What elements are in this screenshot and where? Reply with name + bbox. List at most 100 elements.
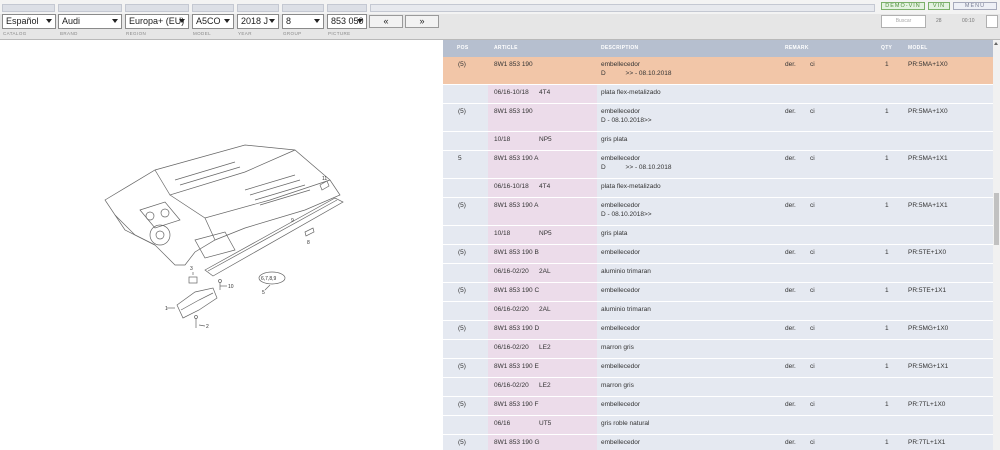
table-row[interactable]: 5 8W1 853 190 A der. ci 1 PR:5MA+1X1 embellece… (443, 151, 993, 179)
table-row[interactable]: 06/16-02/20 LE2 marron gris (443, 340, 993, 359)
row-description-line1: marron gris (601, 344, 634, 351)
strip-tab[interactable] (327, 4, 367, 12)
picture-select[interactable]: 853 050 (327, 14, 367, 29)
callout-8: 8 (307, 240, 310, 246)
vin-button[interactable]: VIN (928, 2, 950, 10)
row-qty: 1 (885, 202, 889, 209)
row-description-line1: embellecedor (601, 439, 641, 446)
brand-select[interactable]: Audi (58, 14, 122, 29)
table-row[interactable]: (5) 8W1 853 190 A der. ci 1 PR:5MA+1X1 embelle… (443, 198, 993, 226)
strip-tab[interactable] (237, 4, 279, 12)
table-row[interactable]: (5) 8W1 853 190 der. ci 1 PR:5MA+1X0 embellece… (443, 57, 993, 85)
table-row[interactable]: 10/18 NP5 gris plata (443, 132, 993, 151)
parts-drawing[interactable]: 11 9 8 3 10 6,7,8,9 5 1 2 (95, 140, 355, 340)
toolbar-top-strip: DEMO-VIN VIN MENU (0, 0, 1000, 14)
row-article[interactable]: 8W1 853 190 D (494, 325, 539, 332)
row-description-line1: embellecedor (601, 325, 641, 332)
row-article[interactable]: 10/18 (494, 230, 510, 237)
demo-vin-button[interactable]: DEMO-VIN (881, 2, 925, 10)
row-article[interactable]: 8W1 853 190 G (494, 439, 540, 446)
scroll-up-arrow[interactable] (994, 42, 998, 45)
row-article[interactable]: 8W1 853 190 C (494, 287, 539, 294)
callout-11: 11 (322, 176, 327, 182)
row-description-line2: D >> - 08.10.2018 (601, 69, 672, 77)
row-remark-b: ci (810, 325, 815, 332)
prev-button[interactable]: « (369, 15, 403, 28)
scrollbar[interactable] (993, 40, 1000, 450)
row-description: embellecedor (601, 439, 640, 448)
row-code: LE2 (539, 344, 551, 351)
row-article[interactable]: 8W1 853 190 (494, 108, 533, 115)
strip-tab[interactable] (125, 4, 189, 12)
row-model: PR:5TE+1X1 (908, 287, 947, 294)
strip-tab[interactable] (58, 4, 122, 12)
brand-label: BRAND (60, 31, 78, 36)
search-input[interactable]: Buscar (881, 15, 926, 28)
row-article[interactable]: 06/16 (494, 420, 510, 427)
row-description: marron gris (601, 382, 634, 391)
table-row[interactable]: (5) 8W1 853 190 F der. ci 1 PR:7TL+1X0 embelle… (443, 397, 993, 416)
row-description: embellecedor D >> - 08.10.2018 (601, 155, 671, 172)
row-pos: (5) (458, 61, 466, 68)
table-row[interactable]: (5) 8W1 853 190 C der. ci 1 PR:5TE+1X1 embelle… (443, 283, 993, 302)
callout-9: 9 (291, 218, 294, 224)
region-select[interactable]: Europa+ (EU) (125, 14, 189, 29)
row-article[interactable]: 10/18 (494, 136, 510, 143)
row-description-line1: embellecedor (601, 401, 641, 408)
row-article[interactable]: 8W1 853 190 A (494, 202, 538, 209)
row-remark: der. (785, 202, 796, 209)
header-description[interactable]: DESCRIPTION (601, 45, 638, 51)
header-model[interactable]: MODEL (908, 45, 928, 51)
row-model: PR:5MA+1X1 (908, 202, 948, 209)
row-article[interactable]: 06/16-10/18 (494, 183, 529, 190)
table-row[interactable]: (5) 8W1 853 190 B der. ci 1 PR:5TE+1X0 embelle… (443, 245, 993, 264)
row-description-line1: embellecedor (601, 249, 641, 256)
language-select[interactable]: Español (2, 14, 56, 29)
table-row[interactable]: (5) 8W1 853 190 E der. ci 1 PR:5MG+1X1 embelle… (443, 359, 993, 378)
callout-10: 10 (228, 284, 234, 290)
model-select[interactable]: A5CO (192, 14, 234, 29)
row-remark-b: ci (810, 202, 815, 209)
counter-b: 00:10 (962, 18, 975, 24)
table-row[interactable]: 06/16-10/18 4T4 plata flex-metalizado (443, 85, 993, 104)
table-row[interactable]: (5) 8W1 853 190 D der. ci 1 PR:5MG+1X0 embelle… (443, 321, 993, 340)
table-row[interactable]: 10/18 NP5 gris plata (443, 226, 993, 245)
row-remark-b: ci (810, 401, 815, 408)
row-article[interactable]: 06/16-02/20 (494, 344, 529, 351)
callout-2: 2 (206, 324, 209, 330)
row-article[interactable]: 8W1 853 190 F (494, 401, 538, 408)
right-box[interactable] (986, 15, 998, 28)
table-row[interactable]: (5) 8W1 853 190 G der. ci 1 PR:7TL+1X1 embelle… (443, 435, 993, 450)
row-code: 2AL (539, 306, 551, 313)
row-article[interactable]: 8W1 853 190 B (494, 249, 539, 256)
row-article[interactable]: 8W1 853 190 E (494, 363, 539, 370)
table-row[interactable]: 06/16-10/18 4T4 plata flex-metalizado (443, 179, 993, 198)
callout-3: 3 (190, 266, 193, 272)
row-article[interactable]: 06/16-02/20 (494, 382, 529, 389)
menu-button[interactable]: MENU (953, 2, 997, 10)
header-pos[interactable]: POS (457, 45, 468, 51)
year-select[interactable]: 2018 J (237, 14, 279, 29)
table-row[interactable]: 06/16-02/20 2AL aluminio trimaran (443, 302, 993, 321)
row-article[interactable]: 06/16-10/18 (494, 89, 529, 96)
model-label: MODEL (193, 31, 212, 36)
scrollbar-thumb[interactable] (994, 193, 999, 245)
row-description: embellecedor (601, 287, 640, 296)
strip-tab[interactable] (2, 4, 55, 12)
row-article[interactable]: 06/16-02/20 (494, 268, 529, 275)
row-remark-b: ci (810, 61, 815, 68)
row-article[interactable]: 8W1 853 190 A (494, 155, 538, 162)
row-article[interactable]: 8W1 853 190 (494, 61, 533, 68)
header-article[interactable]: ARTICLE (494, 45, 518, 51)
header-remark[interactable]: REMARK (785, 45, 809, 51)
strip-tab[interactable] (192, 4, 234, 12)
table-row[interactable]: 06/16-02/20 2AL aluminio trimaran (443, 264, 993, 283)
group-select[interactable]: 8 (282, 14, 324, 29)
table-row[interactable]: (5) 8W1 853 190 der. ci 1 PR:5MA+1X0 embellece… (443, 104, 993, 132)
table-row[interactable]: 06/16-02/20 LE2 marron gris (443, 378, 993, 397)
strip-tab[interactable] (282, 4, 324, 12)
next-button[interactable]: » (405, 15, 439, 28)
table-row[interactable]: 06/16 UT5 gris roble natural (443, 416, 993, 435)
header-qty[interactable]: QTY (881, 45, 892, 51)
row-article[interactable]: 06/16-02/20 (494, 306, 529, 313)
